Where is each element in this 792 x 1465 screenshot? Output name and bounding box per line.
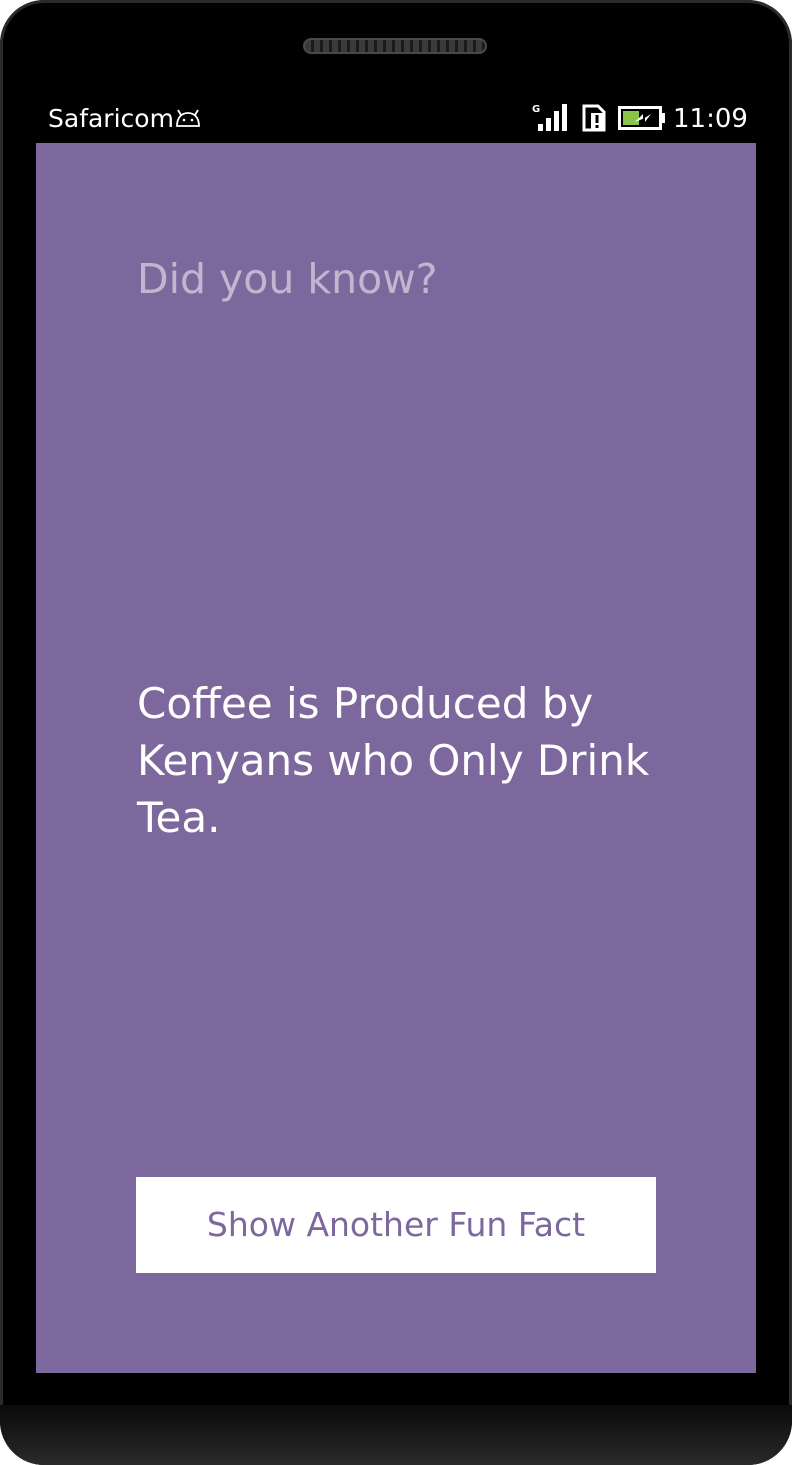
did-you-know-label: Did you know?	[137, 255, 438, 303]
fun-fact-text: Coffee is Produced by Kenyans who Only D…	[137, 679, 650, 842]
android-icon	[176, 109, 200, 127]
network-type-label: G	[532, 104, 540, 115]
carrier-name: Safaricom	[48, 104, 174, 133]
show-another-fact-button[interactable]: Show Another Fun Fact	[136, 1177, 656, 1273]
sim-alert-icon	[582, 104, 606, 132]
earpiece-speaker	[303, 38, 487, 54]
signal-icon: G	[532, 104, 567, 131]
battery-charging-icon	[618, 106, 665, 130]
status-time: 11:09	[673, 104, 748, 134]
app-screen: Did you know? Coffee is Produced by Keny…	[36, 143, 756, 1373]
phone-bottom-bezel	[0, 1405, 792, 1465]
phone-frame: Safaricom G 11:09 Did you know? Coffee i…	[0, 0, 792, 1465]
status-bar: Safaricom G 11:09	[36, 96, 756, 142]
